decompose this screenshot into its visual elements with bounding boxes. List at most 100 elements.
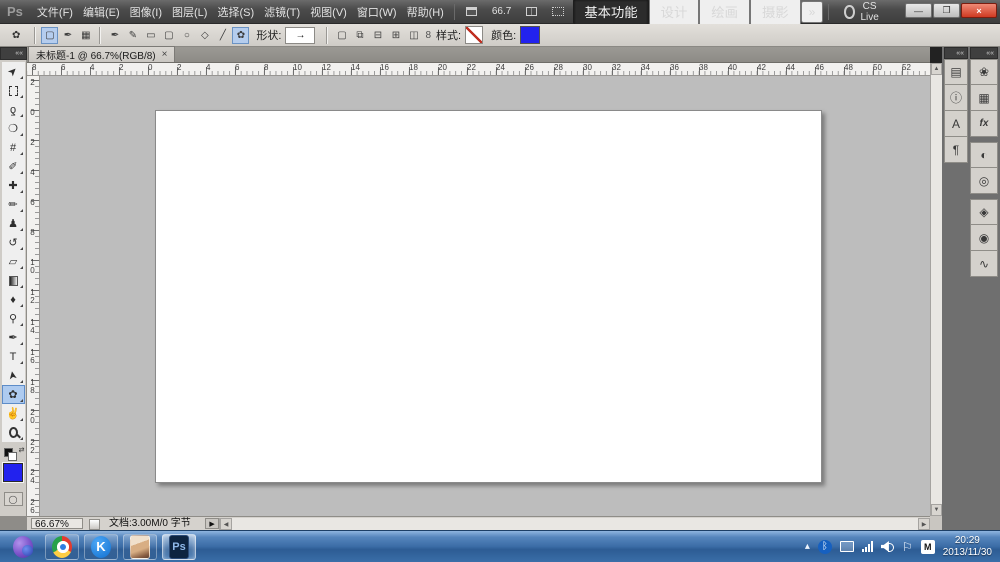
style-swatch[interactable] <box>465 26 484 44</box>
view-extras-button[interactable] <box>520 4 546 19</box>
taskbar-clock[interactable]: 20:29 2013/11/30 <box>943 535 992 559</box>
zoom-tool-button[interactable] <box>1 423 25 442</box>
paths-mode-button[interactable]: ✒ <box>59 27 76 44</box>
scroll-up-arrow[interactable]: ▲ <box>931 63 942 75</box>
menu-item-5[interactable]: 滤镜(T) <box>259 0 305 24</box>
menu-item-7[interactable]: 窗口(W) <box>352 0 402 24</box>
restore-button[interactable]: ❐ <box>933 3 960 18</box>
menu-item-1[interactable]: 编辑(E) <box>78 0 125 24</box>
dock-collapse-button[interactable]: «« <box>970 47 998 59</box>
freeform-pen-option-button[interactable]: ✎ <box>124 27 141 44</box>
info-panel-button[interactable]: ⓘ <box>944 85 968 111</box>
character-panel-button[interactable]: A <box>944 111 968 137</box>
styles-panel-button[interactable]: fx <box>970 111 998 137</box>
menu-item-2[interactable]: 图像(I) <box>125 0 167 24</box>
hand-tool-button[interactable]: ✌ <box>1 404 25 423</box>
tools-panel-collapse-button[interactable]: «« <box>0 47 27 60</box>
menu-item-6[interactable]: 视图(V) <box>305 0 352 24</box>
menu-item-4[interactable]: 选择(S) <box>212 0 259 24</box>
show-hidden-icons-button[interactable]: ▴ <box>805 541 810 552</box>
line-option-button[interactable]: ╱ <box>214 27 231 44</box>
menu-item-8[interactable]: 帮助(H) <box>402 0 449 24</box>
browser-app-button[interactable] <box>6 534 40 560</box>
minimize-button[interactable]: — <box>905 3 932 18</box>
blur-tool-button[interactable]: ♦ <box>1 290 25 309</box>
custom-shape-option-button[interactable]: ✿ <box>232 26 250 44</box>
add-shape-area-button[interactable]: ⧉ <box>351 27 368 44</box>
scroll-down-arrow[interactable]: ▼ <box>931 504 942 516</box>
navigator-panel-button[interactable]: ▤ <box>944 59 968 85</box>
default-colors-icon[interactable]: ⇄ <box>2 446 25 461</box>
crop-tool-button[interactable]: # <box>1 138 25 157</box>
launch-bridge-button[interactable] <box>460 4 486 19</box>
new-shape-area-button[interactable]: ▢ <box>333 27 350 44</box>
workspace-button-3[interactable]: 摄影 <box>749 0 801 26</box>
spot-healing-brush-tool-button[interactable]: ✚ <box>1 176 25 195</box>
swap-colors-icon[interactable]: ⇄ <box>19 446 25 454</box>
path-selection-tool-button[interactable]: ➤ <box>1 366 25 385</box>
paths-panel-button[interactable]: ∿ <box>970 251 998 277</box>
volume-icon[interactable] <box>880 541 894 552</box>
paragraph-panel-button[interactable]: ¶ <box>944 137 968 163</box>
menu-item-3[interactable]: 图层(L) <box>167 0 212 24</box>
scroll-left-arrow[interactable]: ◀ <box>220 518 232 530</box>
qq-app-button[interactable] <box>123 533 157 560</box>
foreground-color-swatch[interactable] <box>2 462 24 483</box>
horizontal-ruler[interactable]: 8 6 4 2 0 2 4 6 8 10 12 14 16 18 20 22 24 26 28 30 32 34 36 38 4… <box>27 63 930 76</box>
quick-mask-button[interactable]: ◯ <box>3 492 23 506</box>
brush-tool-button[interactable]: ✏ <box>1 195 25 214</box>
type-tool-button[interactable]: T <box>1 347 25 366</box>
network-icon[interactable] <box>839 541 854 552</box>
rectangle-option-button[interactable]: ▭ <box>142 27 159 44</box>
screen-mode-button[interactable] <box>546 4 573 19</box>
adjustments-panel-button[interactable]: ◐ <box>970 142 998 168</box>
chrome-app-button[interactable] <box>45 533 79 560</box>
zoom-level-dropdown[interactable]: 66.7 <box>486 3 520 20</box>
history-brush-tool-button[interactable]: ↺ <box>1 233 25 252</box>
status-menu-button[interactable]: ▶ <box>205 518 219 529</box>
quick-selection-tool-button[interactable]: ❍ <box>1 119 25 138</box>
masks-panel-button[interactable]: ◎ <box>970 168 998 194</box>
shape-layers-mode-button[interactable]: ▢ <box>41 26 59 44</box>
channels-panel-button[interactable]: ◉ <box>970 225 998 251</box>
swatches-panel-button[interactable]: ▦ <box>970 85 998 111</box>
bluetooth-icon[interactable]: ᛒ <box>817 539 832 554</box>
scroll-right-arrow[interactable]: ▶ <box>918 518 930 530</box>
marquee-tool-button[interactable] <box>1 81 25 100</box>
intersect-shape-area-button[interactable]: ⊞ <box>387 27 404 44</box>
color-panel-button[interactable]: ❀ <box>970 59 998 85</box>
signal-strength-icon[interactable] <box>861 541 873 552</box>
custom-shape-tool-button[interactable]: ✿ <box>1 385 25 404</box>
shape-color-swatch[interactable] <box>520 26 541 44</box>
vertical-scrollbar[interactable]: ▲ ▼ <box>930 63 942 516</box>
tool-preset-picker[interactable]: ✿ <box>6 27 29 44</box>
polygon-option-button[interactable]: ◇ <box>196 27 213 44</box>
pen-tool-button[interactable]: ✒ <box>1 328 25 347</box>
lasso-tool-button[interactable]: ƍ <box>1 100 25 119</box>
close-button[interactable]: × <box>961 3 997 18</box>
rounded-rectangle-option-button[interactable]: ▢ <box>160 27 177 44</box>
pen-tool-option-button[interactable]: ✒ <box>106 27 123 44</box>
workspace-overflow-button[interactable]: » <box>800 0 824 23</box>
subtract-shape-area-button[interactable]: ⊟ <box>369 27 386 44</box>
workspace-button-0[interactable]: 基本功能 <box>573 0 649 25</box>
dock-collapse-button[interactable]: «« <box>944 47 968 59</box>
layers-panel-button[interactable]: ◈ <box>970 199 998 225</box>
status-zoom-field[interactable]: 66.67% <box>31 518 83 530</box>
close-icon[interactable]: × <box>162 49 168 60</box>
clone-stamp-tool-button[interactable]: ♟ <box>1 214 25 233</box>
exclude-shape-area-button[interactable]: ◫ <box>405 27 422 44</box>
dodge-tool-button[interactable]: ⚲ <box>1 309 25 328</box>
eyedropper-tool-button[interactable]: ✐ <box>1 157 25 176</box>
gradient-tool-button[interactable] <box>1 271 25 290</box>
ellipse-option-button[interactable]: ○ <box>178 27 195 44</box>
move-tool-button[interactable]: ➤ <box>1 62 25 81</box>
kugou-app-button[interactable]: K <box>84 533 118 560</box>
menu-item-0[interactable]: 文件(F) <box>32 0 78 24</box>
horizontal-scrollbar[interactable]: ◀ ▶ <box>219 518 930 530</box>
workspace-button-1[interactable]: 设计 <box>648 0 700 26</box>
input-method-icon[interactable]: M <box>920 539 935 554</box>
document-tab[interactable]: 未标题-1 @ 66.7%(RGB/8) × <box>28 46 176 62</box>
fill-pixels-mode-button[interactable]: ▦ <box>77 27 94 44</box>
shape-preview-box[interactable]: → <box>285 26 316 44</box>
